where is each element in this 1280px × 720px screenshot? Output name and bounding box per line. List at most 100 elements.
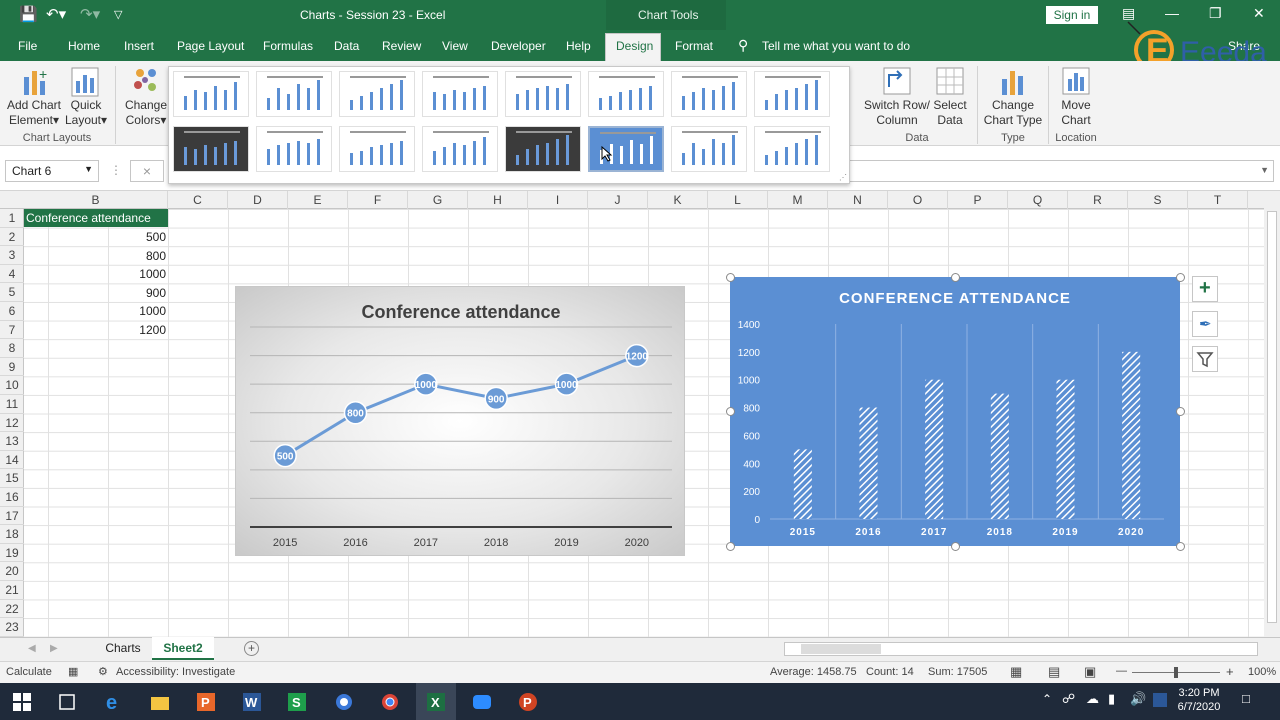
page-break-view-icon[interactable]: ▣ [1084,664,1096,680]
column-header-q[interactable]: Q [1008,191,1068,209]
row-header-13[interactable]: 13 [0,432,24,451]
cell-b4[interactable]: 1000 [24,265,166,283]
resize-handle[interactable] [725,541,735,551]
row-header-12[interactable]: 12 [0,414,24,433]
chart-filters-button[interactable] [1192,346,1218,372]
accessibility-icon[interactable]: ⚙ [98,665,108,678]
column-header-p[interactable]: P [948,191,1008,209]
tab-review[interactable]: Review [382,39,421,53]
resize-handle[interactable] [1175,272,1185,282]
chart-style-1[interactable] [173,71,249,117]
chart-style-14[interactable] [588,126,664,172]
file-explorer-icon[interactable] [150,692,170,712]
column-header-r[interactable]: R [1068,191,1128,209]
tab-help[interactable]: Help [566,39,591,53]
column-header-l[interactable]: L [708,191,768,209]
resize-handle[interactable] [725,272,735,282]
bar[interactable] [1122,351,1141,519]
clock[interactable]: 3:20 PM 6/7/2020 [1172,686,1226,714]
zoom-slider-thumb[interactable] [1174,667,1178,678]
row-header-15[interactable]: 15 [0,469,24,488]
bar-chart-title[interactable]: CONFERENCE ATTENDANCE [839,290,1071,307]
chart-style-13[interactable] [505,126,581,172]
chart-style-4[interactable] [422,71,498,117]
accessibility-status[interactable]: Accessibility: Investigate [116,666,235,678]
chart-style-3[interactable] [339,71,415,117]
column-header-e[interactable]: E [288,191,348,209]
chart-style-9[interactable] [173,126,249,172]
tab-design[interactable]: Design [616,39,653,53]
row-header-10[interactable]: 10 [0,376,24,395]
excel-icon[interactable]: X [426,692,446,712]
row-header-21[interactable]: 21 [0,581,24,600]
chart-elements-button[interactable]: + [1192,276,1218,302]
formula-input[interactable]: ▼ [848,160,1274,182]
bar[interactable] [859,407,878,519]
chart-style-11[interactable] [339,126,415,172]
select-data-button[interactable]: Select Data [928,98,972,128]
column-header-h[interactable]: H [468,191,528,209]
row-header-23[interactable]: 23 [0,618,24,637]
row-header-14[interactable]: 14 [0,451,24,470]
row-header-8[interactable]: 8 [0,339,24,358]
change-colors-button[interactable]: Change Colors▾ [120,98,172,128]
chart-styles-button[interactable]: ✒ [1192,311,1218,337]
task-view-icon[interactable] [57,692,77,712]
tab-data[interactable]: Data [334,39,359,53]
add-sheet-button[interactable]: + [244,641,259,656]
bar[interactable] [1056,379,1075,519]
redo-icon[interactable]: ↷▾ [80,6,100,24]
chart-style-6[interactable] [588,71,664,117]
network-icon[interactable]: ☍ [1062,691,1075,707]
powerpoint-alt-icon[interactable]: P [196,692,216,712]
cell-b1[interactable]: Conference attendance [24,209,168,227]
row-header-9[interactable]: 9 [0,358,24,377]
column-header-c[interactable]: C [168,191,228,209]
column-header-b[interactable]: B [24,191,168,209]
quick-layout-button[interactable]: Quick Layout▾ [60,98,112,128]
resize-handle[interactable] [950,541,960,551]
column-header-j[interactable]: J [588,191,648,209]
cancel-entry-button[interactable]: × [130,160,164,182]
chart-style-10[interactable] [256,126,332,172]
column-header-f[interactable]: F [348,191,408,209]
row-header-1[interactable]: 1 [0,209,24,228]
column-header-d[interactable]: D [228,191,288,209]
row-header-6[interactable]: 6 [0,302,24,321]
chrome-icon[interactable] [380,692,400,712]
name-box[interactable]: Chart 6 ▼ [5,160,99,182]
powerpoint-icon[interactable]: P [518,692,538,712]
zoom-out-button[interactable]: — [1116,665,1127,677]
tab-developer[interactable]: Developer [491,39,546,53]
bar[interactable] [925,379,944,519]
tell-me-search[interactable]: Tell me what you want to do [762,39,910,53]
word-icon[interactable]: W [242,692,262,712]
line-chart-title[interactable]: Conference attendance [361,302,560,322]
tab-home[interactable]: Home [68,39,100,53]
row-header-19[interactable]: 19 [0,544,24,563]
row-header-7[interactable]: 7 [0,321,24,340]
sheet-tab-sheet2[interactable]: Sheet2 [152,637,214,660]
tab-file[interactable]: File [18,39,37,53]
change-chart-type-button[interactable]: Change Chart Type [982,98,1044,128]
chart-style-7[interactable] [671,71,747,117]
column-header-k[interactable]: K [648,191,708,209]
chart-style-5[interactable] [505,71,581,117]
zoom-app-icon[interactable] [472,692,492,712]
battery-icon[interactable]: ▮ [1108,691,1115,707]
chart-style-2[interactable] [256,71,332,117]
row-header-22[interactable]: 22 [0,600,24,619]
move-chart-button[interactable]: Move Chart [1054,98,1098,128]
tab-format[interactable]: Format [675,39,713,53]
bar[interactable] [990,393,1009,519]
resize-handle[interactable] [1175,541,1185,551]
cell-b6[interactable]: 1000 [24,302,166,320]
gallery-resize-icon[interactable]: ⋰ [839,173,847,182]
cloud-icon[interactable]: ☁ [1086,691,1099,707]
row-header-2[interactable]: 2 [0,228,24,247]
cell-b2[interactable]: 500 [24,228,166,246]
tab-page-layout[interactable]: Page Layout [177,39,244,53]
customize-qat-icon[interactable]: ▽ [114,6,122,24]
cell-b3[interactable]: 800 [24,247,166,265]
page-layout-view-icon[interactable]: ▤ [1048,664,1060,680]
